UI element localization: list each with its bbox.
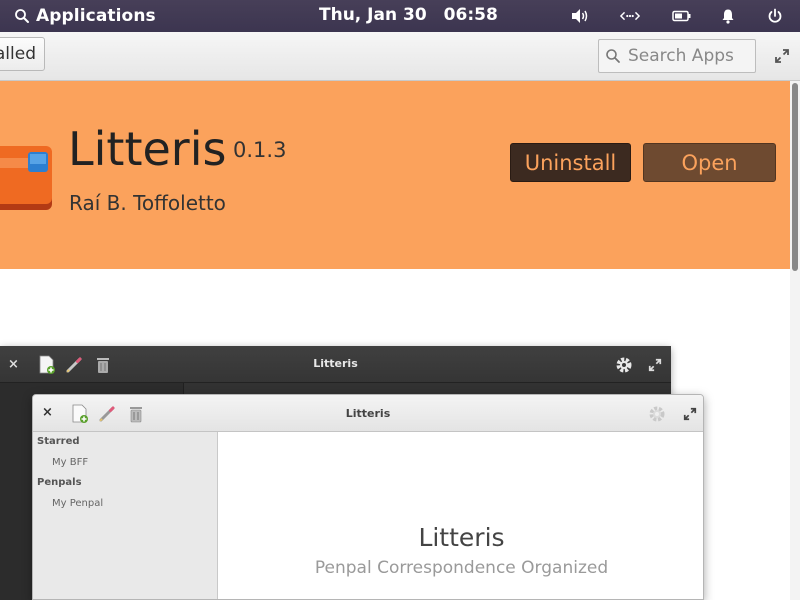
search-icon xyxy=(606,49,620,63)
sidebar-heading-starred: Starred xyxy=(37,436,80,447)
gear-icon xyxy=(649,406,665,422)
maximize-icon xyxy=(683,407,697,421)
light-window-sidebar: Starred My BFF Penpals My Penpal xyxy=(33,432,218,599)
welcome-title: Litteris xyxy=(418,523,505,552)
sidebar-item-my-bff: My BFF xyxy=(52,457,89,468)
screenshot-light-window: × Litteris Starred My BFF Penpals My Pen… xyxy=(32,394,704,600)
time-label: 06:58 xyxy=(443,5,498,25)
welcome-subtitle: Penpal Correspondence Organized xyxy=(314,558,609,578)
date-label: Thu, Jan 30 xyxy=(319,5,427,25)
search-box[interactable] xyxy=(598,39,756,73)
installed-tab-button[interactable]: alled xyxy=(0,37,45,71)
search-icon xyxy=(15,9,29,23)
battery-icon[interactable] xyxy=(672,7,692,25)
notifications-icon[interactable] xyxy=(718,7,738,25)
installed-label: alled xyxy=(0,44,36,64)
volume-icon[interactable] xyxy=(570,7,590,25)
app-version: 0.1.3 xyxy=(233,138,287,162)
dark-window-title: Litteris xyxy=(313,357,358,370)
sidebar-item-my-penpal: My Penpal xyxy=(52,498,104,509)
light-window-titlebar: × Litteris xyxy=(33,395,703,432)
litteris-app-icon xyxy=(0,146,52,210)
sidebar-heading-penpals: Penpals xyxy=(37,477,82,488)
maximize-icon xyxy=(648,358,662,372)
header-bar: alled xyxy=(0,32,800,81)
uninstall-button[interactable]: Uninstall xyxy=(510,143,631,182)
gear-icon xyxy=(616,357,632,373)
light-window-title: Litteris xyxy=(345,407,391,420)
clock[interactable]: Thu, Jan 30 06:58 xyxy=(319,5,498,25)
app-banner: Litteris 0.1.3 Raí B. Toffoletto Uninsta… xyxy=(0,81,790,269)
maximize-icon[interactable] xyxy=(774,48,790,64)
dark-window-titlebar: × Litteris xyxy=(0,346,671,383)
search-input[interactable] xyxy=(628,46,752,66)
applications-menu[interactable]: Applications xyxy=(14,4,156,28)
app-author: Raí B. Toffoletto xyxy=(69,191,226,215)
scrollbar[interactable] xyxy=(790,81,800,600)
network-icon[interactable] xyxy=(620,7,640,25)
scrollbar-thumb[interactable] xyxy=(792,83,798,271)
top-panel: Applications Thu, Jan 30 06:58 xyxy=(0,0,800,32)
applications-label: Applications xyxy=(36,6,156,26)
open-button[interactable]: Open xyxy=(643,143,776,182)
app-name: Litteris xyxy=(68,122,227,176)
power-icon[interactable] xyxy=(765,7,785,25)
